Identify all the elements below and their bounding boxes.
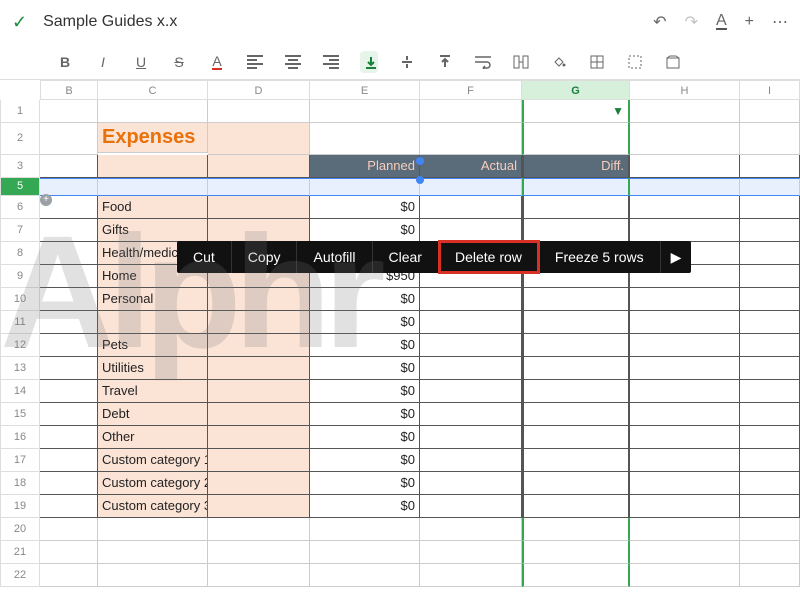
ctx-copy[interactable]: Copy (232, 241, 298, 273)
italic-button[interactable]: I (94, 54, 112, 70)
undo-icon[interactable]: ↶ (653, 12, 666, 32)
ctx-autofill[interactable]: Autofill (297, 241, 372, 273)
text-color-button[interactable]: A (208, 53, 226, 70)
strike-button[interactable]: S (170, 54, 188, 70)
doc-title: Sample Guides x.x (43, 13, 653, 31)
align-right-icon[interactable] (322, 55, 340, 69)
add-row-icon[interactable]: + (40, 194, 52, 206)
align-center-icon[interactable] (284, 55, 302, 69)
borders-icon[interactable] (588, 55, 606, 69)
row-head[interactable]: 5 (0, 178, 40, 196)
row-head[interactable]: 3 (0, 155, 40, 178)
col-diff[interactable]: Diff. (522, 155, 630, 178)
col-D[interactable]: D (208, 80, 310, 100)
col-G[interactable]: G (522, 80, 630, 100)
wrap-icon[interactable] (474, 55, 492, 69)
merge-icon[interactable] (512, 55, 530, 69)
row-head[interactable]: 2 (0, 123, 40, 155)
bold-button[interactable]: B (56, 54, 74, 70)
col-actual[interactable]: Actual (420, 155, 522, 178)
grid[interactable]: 1 ▼ 2 Expenses 3 Planned Actual Diff. 5 … (0, 100, 800, 587)
check-icon[interactable]: ✓ (12, 12, 27, 33)
text-format-icon[interactable]: A (716, 14, 727, 30)
format-toolbar: B I U S A (0, 44, 800, 80)
column-headers[interactable]: B C D E F G H I (40, 80, 800, 100)
selection-handle[interactable] (416, 157, 424, 165)
ctx-cut[interactable]: Cut (177, 241, 232, 273)
row-head[interactable]: 1 (0, 100, 40, 123)
more-icon[interactable]: ⋯ (772, 12, 788, 32)
add-icon[interactable]: + (745, 13, 754, 31)
underline-button[interactable]: U (132, 54, 150, 70)
col-I[interactable]: I (740, 80, 800, 100)
ctx-delete-row[interactable]: Delete row (439, 241, 539, 273)
filter-icon[interactable]: ▼ (612, 104, 624, 118)
valign-bottom-icon[interactable] (360, 51, 378, 73)
border-style-icon[interactable] (626, 55, 644, 69)
align-left-icon[interactable] (246, 55, 264, 69)
col-B[interactable]: B (40, 80, 98, 100)
ctx-clear[interactable]: Clear (373, 241, 439, 273)
col-planned[interactable]: Planned (310, 155, 420, 178)
redo-icon[interactable]: ↷ (685, 12, 698, 32)
context-menu: Cut Copy Autofill Clear Delete row Freez… (177, 241, 691, 273)
col-H[interactable]: H (630, 80, 740, 100)
col-C[interactable]: C (98, 80, 208, 100)
col-E[interactable]: E (310, 80, 420, 100)
sheet-title[interactable]: Expenses (98, 123, 208, 153)
clear-format-icon[interactable] (664, 55, 682, 69)
ctx-freeze[interactable]: Freeze 5 rows (539, 241, 661, 273)
valign-middle-icon[interactable] (398, 55, 416, 69)
valign-top-icon[interactable] (436, 55, 454, 69)
selection-handle[interactable] (416, 176, 424, 184)
fill-color-icon[interactable] (550, 54, 568, 70)
col-F[interactable]: F (420, 80, 522, 100)
ctx-more-icon[interactable]: ▶ (661, 241, 692, 273)
